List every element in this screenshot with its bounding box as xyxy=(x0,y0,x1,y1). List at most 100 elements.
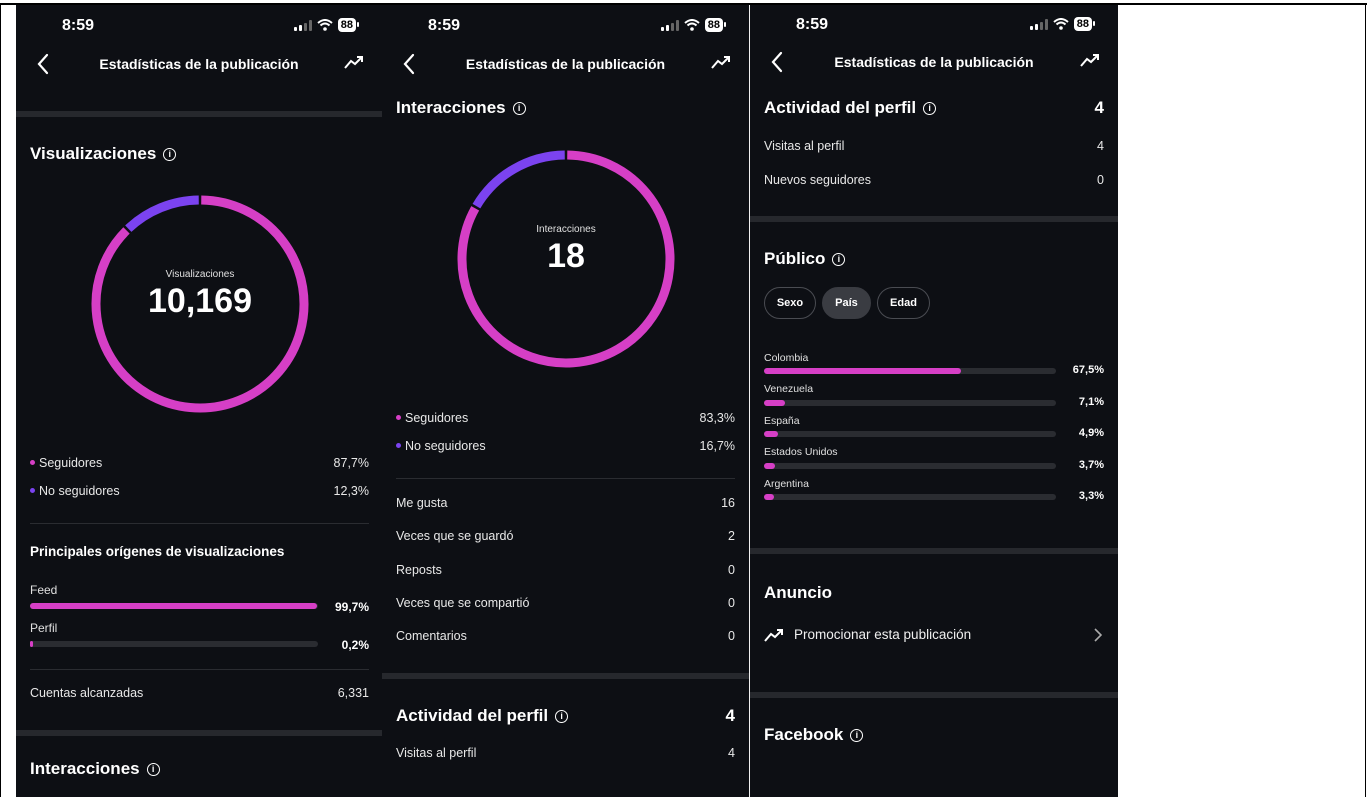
followers-dot-icon xyxy=(30,460,35,466)
legend-followers-value: 83,3% xyxy=(699,411,735,425)
metric-likes-label: Me gusta xyxy=(396,496,448,510)
nav-bar: Estadísticas de la publicación xyxy=(382,49,749,81)
country-usa-bar xyxy=(764,463,1056,469)
country-argentina-fill xyxy=(764,494,774,500)
facebook-title: Facebook i xyxy=(764,725,864,745)
country-colombia-label: Colombia xyxy=(764,352,809,364)
country-venezuela-label: Venezuela xyxy=(764,383,814,395)
promote-post-row[interactable]: Promocionar esta publicación xyxy=(750,620,1118,650)
interactions-title: Interacciones i xyxy=(396,98,526,118)
screenshot-views: 8:59 88 Estadísticas de la publicación V… xyxy=(16,5,382,797)
country-venezuela-value: 7,1% xyxy=(1078,396,1104,408)
status-bar: 8:59 88 xyxy=(16,17,382,39)
metric-reposts-label: Reposts xyxy=(396,563,442,577)
trending-up-icon xyxy=(764,629,783,642)
views-donut-value: 10,169 xyxy=(148,282,252,320)
info-icon[interactable]: i xyxy=(512,101,526,115)
nav-bar: Estadísticas de la publicación xyxy=(750,47,1118,79)
country-espana-label: España xyxy=(764,415,800,427)
profile-visits-label: Visitas al perfil xyxy=(764,139,845,153)
status-bar: 8:59 88 xyxy=(750,16,1118,38)
audience-title: Público i xyxy=(764,249,846,269)
metric-saves-value: 2 xyxy=(728,529,735,543)
source-feed-fill xyxy=(30,603,318,609)
source-profile-label: Perfil xyxy=(30,621,58,635)
interactions-non-followers-arc xyxy=(472,150,565,209)
country-usa-value: 3,7% xyxy=(1078,459,1104,471)
tab-pais[interactable]: País xyxy=(822,287,871,319)
screenshot-audience: 8:59 88 Estadísticas de la publicación A… xyxy=(750,5,1118,797)
non-followers-dot-icon xyxy=(30,488,35,494)
info-icon[interactable]: i xyxy=(850,728,864,742)
views-donut-center: Visualizaciones 10,169 xyxy=(89,269,311,321)
cellular-signal-icon xyxy=(660,19,679,31)
country-usa-fill xyxy=(764,463,775,469)
profile-visits-value: 4 xyxy=(1097,139,1104,153)
legend-non-followers: No seguidores xyxy=(30,484,120,498)
source-feed-value: 99,7% xyxy=(334,600,369,614)
country-espana-value: 4,9% xyxy=(1078,427,1104,439)
metric-shares-value: 0 xyxy=(728,596,735,610)
metric-reposts-value: 0 xyxy=(728,563,735,577)
section-separator xyxy=(16,111,382,117)
cellular-signal-icon xyxy=(293,19,312,31)
interactions-donut-value: 18 xyxy=(547,237,585,275)
wifi-icon xyxy=(317,19,333,31)
info-icon[interactable]: i xyxy=(555,709,569,723)
country-espana-fill xyxy=(764,431,779,437)
divider xyxy=(30,523,369,524)
wifi-icon xyxy=(1053,18,1069,30)
interactions-title-cut: Interacciones i xyxy=(30,759,160,779)
profile-visits-value: 4 xyxy=(728,746,735,760)
info-icon[interactable]: i xyxy=(832,252,846,266)
country-argentina-label: Argentina xyxy=(764,478,809,490)
frame-left-border xyxy=(0,3,1,797)
profile-activity-title: Actividad del perfil i xyxy=(764,98,937,118)
tab-sexo[interactable]: Sexo xyxy=(764,287,816,319)
frame-right-border xyxy=(1365,3,1366,797)
interactions-donut-label: Interacciones xyxy=(536,224,596,235)
battery-icon: 88 xyxy=(337,18,360,32)
view-sources-title: Principales orígenes de visualizaciones xyxy=(30,544,285,559)
trending-up-icon[interactable] xyxy=(711,55,731,69)
country-colombia-bar xyxy=(764,368,1056,374)
source-profile-bar xyxy=(30,641,318,647)
metric-shares-label: Veces que se compartió xyxy=(396,596,530,610)
section-separator xyxy=(750,216,1118,222)
views-title: Visualizaciones i xyxy=(30,144,177,164)
status-time: 8:59 xyxy=(796,16,829,33)
profile-activity-title: Actividad del perfil i xyxy=(396,706,569,726)
nav-title: Estadísticas de la publicación xyxy=(465,56,666,72)
info-icon[interactable]: i xyxy=(146,762,160,776)
metric-comments-value: 0 xyxy=(728,629,735,643)
metric-saves-label: Veces que se guardó xyxy=(396,529,514,543)
source-profile-fill xyxy=(30,641,33,647)
trending-up-icon[interactable] xyxy=(344,55,364,69)
section-separator xyxy=(750,692,1118,698)
legend-followers: Seguidores xyxy=(396,411,468,425)
divider xyxy=(30,669,369,670)
info-icon[interactable]: i xyxy=(923,101,937,115)
promote-post-label: Promocionar esta publicación xyxy=(794,627,972,642)
new-followers-label: Nuevos seguidores xyxy=(764,173,872,187)
views-donut-label: Visualizaciones xyxy=(165,269,235,280)
trending-up-icon[interactable] xyxy=(1080,53,1100,67)
country-argentina-bar xyxy=(764,494,1056,500)
legend-non-followers: No seguidores xyxy=(396,439,486,453)
status-time: 8:59 xyxy=(428,17,461,34)
country-colombia-value: 67,5% xyxy=(1072,364,1104,376)
country-usa-label: Estados Unidos xyxy=(764,446,838,458)
accounts-reached-label: Cuentas alcanzadas xyxy=(30,686,144,700)
new-followers-value: 0 xyxy=(1097,173,1104,187)
followers-dot-icon xyxy=(396,415,401,421)
legend-non-followers-value: 12,3% xyxy=(333,484,369,498)
wifi-icon xyxy=(684,19,700,31)
profile-visits-label: Visitas al perfil xyxy=(396,746,477,760)
source-feed-bar xyxy=(30,603,318,609)
section-separator xyxy=(16,730,382,736)
tab-edad[interactable]: Edad xyxy=(877,287,930,319)
metric-likes-value: 16 xyxy=(721,496,735,510)
info-icon[interactable]: i xyxy=(163,147,177,161)
legend-non-followers-value: 16,7% xyxy=(699,439,735,453)
profile-activity-value: 4 xyxy=(725,706,735,725)
